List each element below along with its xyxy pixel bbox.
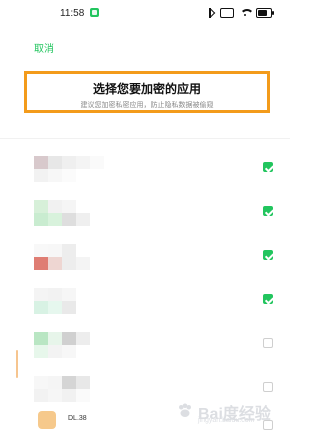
- app-icon-mosaic: [34, 200, 118, 226]
- app-icon: [38, 411, 56, 429]
- watermark-subtext: jingyan.baidu.com: [198, 417, 255, 424]
- page-title: 选择您要加密的应用: [92, 82, 201, 96]
- divider: [0, 138, 290, 139]
- baidu-watermark: Bai度经验 jingyan.baidu.com: [176, 396, 276, 426]
- paw-icon: [179, 403, 191, 417]
- app-icon-mosaic: [34, 288, 118, 314]
- app-select-checkbox[interactable]: [263, 294, 273, 304]
- list-item[interactable]: [0, 280, 290, 320]
- app-icon-mosaic: [34, 244, 118, 270]
- cancel-button[interactable]: 取消: [34, 40, 54, 55]
- app-select-checkbox[interactable]: [263, 206, 273, 216]
- status-bar: 11:58: [0, 0, 290, 28]
- app-icon-mosaic: [34, 332, 118, 358]
- vibrate-icon: [220, 8, 234, 18]
- bluetooth-icon: [205, 8, 215, 18]
- app-notification-icon: [90, 8, 99, 17]
- battery-icon: [256, 8, 274, 18]
- app-select-checkbox[interactable]: [263, 162, 273, 172]
- left-edge-marker: [16, 350, 18, 378]
- bottom-partial-label: DL.38: [68, 415, 87, 422]
- list-item[interactable]: [0, 192, 290, 232]
- wifi-icon: [239, 8, 251, 18]
- app-select-checkbox[interactable]: [263, 250, 273, 260]
- battery-level: [258, 10, 267, 16]
- app-icon-mosaic: [34, 376, 118, 402]
- app-select-checkbox[interactable]: [263, 382, 273, 392]
- status-time: 11:58: [60, 8, 85, 19]
- status-icons: [205, 7, 274, 19]
- app-select-checkbox[interactable]: [263, 338, 273, 348]
- list-item[interactable]: [0, 148, 290, 188]
- page-subtitle: 建议您加密私密应用，防止隐私数据被偷窥: [80, 102, 214, 109]
- header-highlight-box: 选择您要加密的应用 建议您加密私密应用，防止隐私数据被偷窥: [24, 71, 270, 113]
- list-item[interactable]: [0, 236, 290, 276]
- app-icon-mosaic: [34, 156, 118, 182]
- list-item[interactable]: [0, 324, 290, 364]
- bottom-partial-item: DL.38: [38, 411, 128, 433]
